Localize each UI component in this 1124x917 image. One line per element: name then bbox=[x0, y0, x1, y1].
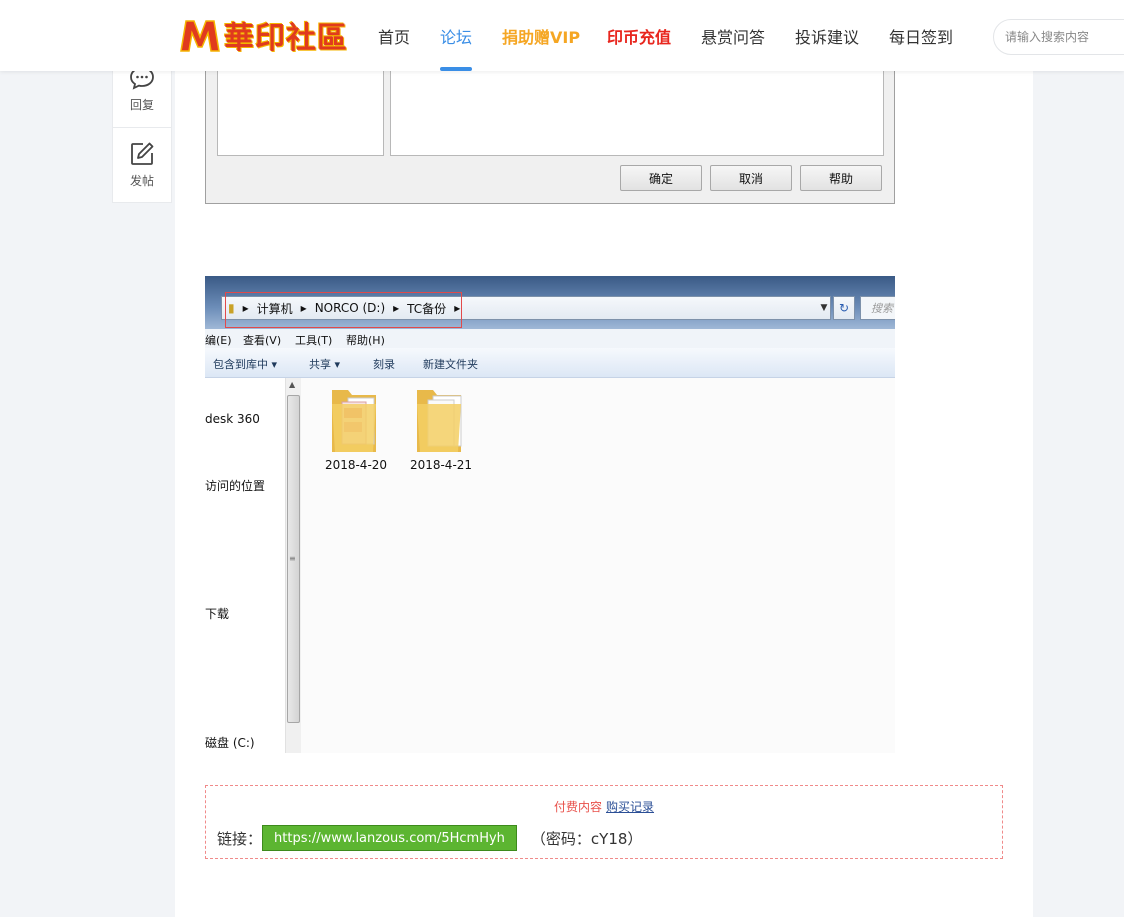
explorer-search-box: 搜索 bbox=[860, 296, 895, 320]
menu-help: 帮助(H) bbox=[346, 334, 385, 347]
nav-pane-item: 访问的位置 bbox=[205, 479, 266, 493]
logo-mark-icon bbox=[180, 20, 220, 52]
edit-pencil-icon bbox=[131, 142, 154, 165]
address-dropdown-icon: ▼ bbox=[820, 303, 828, 313]
toolbar-include-library: 包含到库中 ▾ bbox=[213, 358, 278, 371]
dialog-ok-button: 确定 bbox=[620, 165, 702, 191]
folder-with-photos-icon bbox=[332, 390, 376, 452]
explorer-nav-scrollbar: ▲ ≡ bbox=[285, 378, 301, 753]
link-label: 链接： bbox=[217, 829, 263, 848]
nav-pane-item: 下载 bbox=[205, 607, 230, 621]
nav-bounty-qa[interactable]: 悬赏问答 bbox=[701, 24, 765, 48]
site-logo[interactable]: 華印社區 bbox=[178, 14, 348, 56]
explorer-menu-bar: 编(E) 查看(V) 工具(T) 帮助(H) bbox=[205, 329, 895, 348]
dialog-cancel-button: 取消 bbox=[710, 165, 792, 191]
nav-coin-recharge[interactable]: 印币充值 bbox=[607, 24, 671, 48]
folder-item: 2018-4-20 bbox=[321, 380, 391, 472]
reply-label: 回复 bbox=[129, 98, 154, 112]
folder-name: 2018-4-20 bbox=[324, 458, 388, 472]
scroll-grip-icon: ≡ bbox=[289, 554, 296, 563]
menu-view: 查看(V) bbox=[243, 334, 282, 347]
highlight-annotation-box bbox=[225, 292, 462, 328]
nav-feedback[interactable]: 投诉建议 bbox=[795, 24, 859, 48]
dialog-help-button: 帮助 bbox=[800, 165, 882, 191]
reply-button[interactable]: 回复 bbox=[113, 65, 171, 141]
explorer-toolbar: 包含到库中 ▾ 共享 ▾ 刻录 新建文件夹 bbox=[205, 348, 895, 378]
nav-forum[interactable]: 论坛 bbox=[440, 24, 472, 48]
folder-item: 2018-4-21 bbox=[406, 380, 476, 472]
scroll-up-icon: ▲ bbox=[289, 380, 296, 389]
embedded-dialog-screenshot: 确定 取消 帮助 bbox=[205, 50, 895, 204]
link-password: （密码：cY18） bbox=[530, 829, 643, 848]
nav-pane-item: 磁盘 (C:) bbox=[205, 736, 255, 750]
sidebar-divider bbox=[113, 127, 171, 128]
embedded-explorer-screenshot: ▮ ▸ 计算机 ▸ NORCO (D:) ▸ TC备份 ▸ ▼ ↻ 搜索 编(E… bbox=[205, 276, 895, 753]
paid-content-header: 付费内容 购买记录 bbox=[206, 798, 1002, 815]
floating-action-bar: 回复 发帖 bbox=[112, 50, 172, 203]
download-link-button[interactable]: https://www.lanzous.com/5HcmHyh bbox=[262, 825, 517, 851]
toolbar-new-folder: 新建文件夹 bbox=[423, 358, 478, 371]
top-navigation: 華印社區 首页 论坛 捐助赠VIP 印币充值 悬赏问答 投诉建议 每日签到 bbox=[0, 0, 1124, 71]
menu-tools: 工具(T) bbox=[295, 334, 333, 347]
nav-donate-vip[interactable]: 捐助赠VIP bbox=[502, 24, 580, 48]
explorer-address-area: ▮ ▸ 计算机 ▸ NORCO (D:) ▸ TC备份 ▸ ▼ ↻ 搜索 bbox=[205, 276, 895, 333]
folder-with-documents-icon bbox=[417, 390, 462, 452]
toolbar-burn: 刻录 bbox=[373, 358, 395, 371]
nav-home[interactable]: 首页 bbox=[378, 24, 410, 48]
nav-daily-checkin[interactable]: 每日签到 bbox=[889, 24, 953, 48]
search-box[interactable] bbox=[993, 19, 1124, 55]
new-post-button[interactable]: 发帖 bbox=[113, 141, 171, 217]
download-link-row: 链接： https://www.lanzous.com/5HcmHyh （密码：… bbox=[217, 824, 642, 852]
explorer-nav-pane: desk 360 访问的位置 下载 磁盘 (C:) bbox=[205, 378, 285, 753]
paid-content-box: 付费内容 购买记录 链接： https://www.lanzous.com/5Hc… bbox=[205, 785, 1003, 859]
logo-text: 華印社區 bbox=[224, 21, 348, 56]
folder-name: 2018-4-21 bbox=[409, 458, 473, 472]
nav-active-indicator bbox=[440, 67, 472, 71]
menu-edit: 编(E) bbox=[205, 334, 232, 347]
new-post-label: 发帖 bbox=[129, 174, 154, 188]
toolbar-share: 共享 ▾ bbox=[309, 358, 341, 371]
purchase-record-link[interactable]: 购买记录 bbox=[606, 800, 654, 814]
search-input[interactable] bbox=[994, 20, 1124, 54]
paid-content-tag: 付费内容 bbox=[553, 800, 602, 814]
refresh-icon: ↻ bbox=[833, 296, 855, 320]
nav-pane-item: desk 360 bbox=[205, 412, 260, 426]
